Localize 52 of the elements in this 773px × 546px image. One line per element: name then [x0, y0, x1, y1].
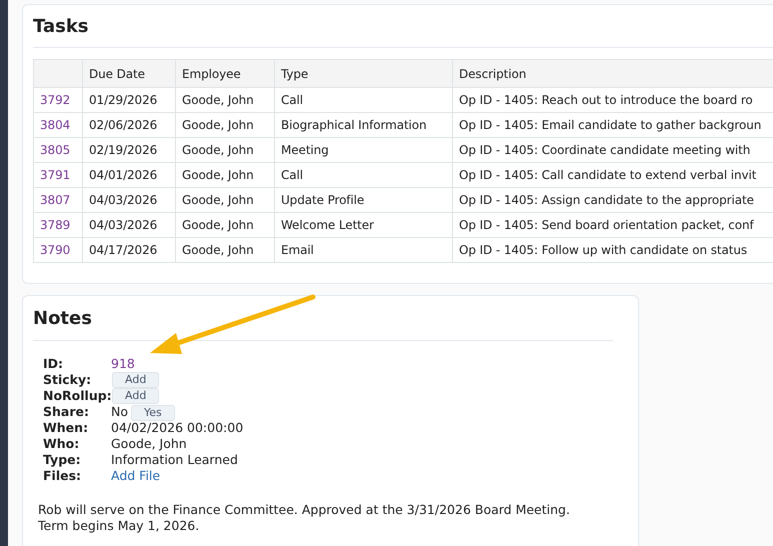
- table-cell: Goode, John: [176, 112, 274, 138]
- field-label: When:: [43, 420, 90, 436]
- table-cell: Goode, John: [176, 212, 274, 238]
- task-id-link[interactable]: 3805: [34, 138, 82, 162]
- task-id-link[interactable]: 3789: [34, 212, 82, 238]
- task-id-link[interactable]: 3807: [34, 188, 82, 212]
- table-cell: Goode, John: [176, 238, 274, 262]
- table-cell: Call: [274, 88, 452, 112]
- table-cell: 04/17/2026: [82, 238, 176, 262]
- table-cell: 02/19/2026: [82, 138, 176, 162]
- table-cell: Meeting: [274, 138, 452, 162]
- column-header: Description: [452, 60, 773, 88]
- field-value: Information Learned: [111, 452, 238, 468]
- table-cell: Email: [274, 238, 452, 262]
- table-cell: 02/06/2026: [82, 112, 176, 138]
- field-label: NoRollup:: [43, 388, 111, 404]
- note-id-link[interactable]: 918: [111, 356, 135, 372]
- table-cell: Welcome Letter: [274, 212, 452, 238]
- table-cell: Update Profile: [274, 188, 452, 212]
- add-button[interactable]: Add: [112, 372, 160, 388]
- card-title: Tasks: [33, 15, 90, 39]
- card-title: Notes: [33, 307, 93, 331]
- field-label: Who:: [43, 436, 80, 452]
- task-id-link[interactable]: 3804: [34, 112, 82, 138]
- field-value: No: [111, 404, 128, 420]
- note-text: Rob will serve on the Finance Committee. Approved at the 3/31/2026 Board Meeting. Term begins May 1, 2026.: [37, 502, 571, 534]
- table-cell: Goode, John: [176, 188, 274, 212]
- field-label: Sticky:: [43, 372, 92, 388]
- table-cell: Biographical Information: [274, 112, 452, 138]
- add-button[interactable]: Yes: [131, 404, 175, 420]
- task-id-link[interactable]: 3792: [34, 88, 82, 112]
- column-header: Due Date: [82, 60, 176, 88]
- field-value: 04/02/2026 00:00:00: [111, 420, 244, 436]
- task-id-link[interactable]: 3790: [34, 238, 82, 262]
- table-cell: Call: [274, 162, 452, 188]
- add-button[interactable]: Add: [112, 388, 160, 404]
- task-id-link[interactable]: 3791: [34, 162, 82, 188]
- field-label: Files:: [43, 468, 82, 484]
- column-header: Employee: [176, 60, 274, 88]
- field-label: ID:: [43, 356, 64, 372]
- table-cell: 04/01/2026: [82, 162, 176, 188]
- add-file-link[interactable]: Add File: [111, 468, 160, 484]
- field-label: Share:: [43, 404, 90, 420]
- table-cell: 04/03/2026: [82, 188, 176, 212]
- table-cell: Goode, John: [176, 162, 274, 188]
- field-value: Goode, John: [111, 436, 187, 452]
- table-cell: 04/03/2026: [82, 212, 176, 238]
- column-header: Type: [274, 60, 452, 88]
- table-cell: Goode, John: [176, 138, 274, 162]
- field-label: Type:: [43, 452, 82, 468]
- table-cell: Goode, John: [176, 88, 274, 112]
- table-cell: 01/29/2026: [82, 88, 176, 112]
